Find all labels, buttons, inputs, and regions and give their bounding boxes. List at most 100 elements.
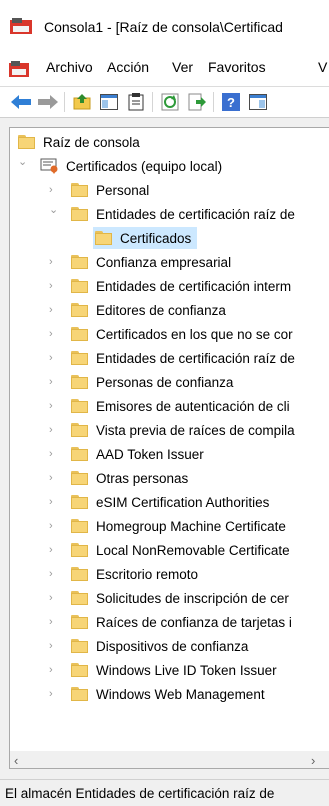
chevron-down-icon[interactable]: ⌄	[18, 157, 28, 168]
folder-icon	[71, 327, 89, 341]
tree-item[interactable]: › Personal	[49, 179, 149, 201]
tree-item-label: Local NonRemovable Certificate	[96, 542, 290, 558]
forward-icon[interactable]	[37, 91, 59, 113]
chevron-right-icon[interactable]: ›	[49, 521, 59, 532]
certificate-store-icon	[40, 158, 58, 174]
folder-icon	[71, 207, 89, 221]
folder-icon	[71, 639, 89, 653]
chevron-down-icon[interactable]: ⌄	[49, 205, 59, 216]
mmc-app-icon	[10, 18, 32, 34]
folder-icon	[71, 351, 89, 365]
scroll-left-icon[interactable]: ‹	[14, 753, 18, 768]
chevron-right-icon[interactable]: ›	[49, 425, 59, 436]
folder-icon	[71, 495, 89, 509]
chevron-right-icon[interactable]: ›	[49, 617, 59, 628]
folder-icon	[71, 303, 89, 317]
tree-item[interactable]: › Escritorio remoto	[49, 563, 199, 585]
back-icon[interactable]	[10, 91, 32, 113]
tree-item[interactable]: › Raíces de confianza de tarjetas i	[49, 611, 292, 633]
tree-item-label: AAD Token Issuer	[96, 446, 204, 462]
folder-icon	[18, 135, 36, 149]
chevron-right-icon[interactable]: ›	[49, 545, 59, 556]
tree-item-label: Homegroup Machine Certificate	[96, 518, 286, 534]
tree-item-label: Windows Web Management	[96, 686, 265, 702]
tree-item-label: Solicitudes de inscripción de cer	[96, 590, 289, 606]
tree-item[interactable]: › Personas de confianza	[49, 371, 234, 393]
chevron-right-icon[interactable]: ›	[49, 641, 59, 652]
tree-item[interactable]: › Entidades de certificación raíz de	[49, 347, 295, 369]
svg-text:?: ?	[227, 95, 235, 110]
toolbar-separator	[213, 92, 214, 112]
folder-icon	[71, 423, 89, 437]
tree-item-store[interactable]: ⌄ Certificados (equipo local)	[18, 155, 222, 177]
menu-accion[interactable]: Acción	[107, 59, 149, 75]
chevron-right-icon[interactable]: ›	[49, 593, 59, 604]
tree-item[interactable]: › Windows Live ID Token Issuer	[49, 659, 277, 681]
tree-item-label: Otras personas	[96, 470, 189, 486]
tree-item[interactable]: › Homegroup Machine Certificate	[49, 515, 286, 537]
clipboard-icon[interactable]	[125, 91, 147, 113]
horizontal-scrollbar[interactable]	[9, 751, 329, 769]
folder-icon	[71, 567, 89, 581]
tree-item[interactable]: ⌄ Entidades de certificación raíz de	[49, 203, 295, 225]
tree-item[interactable]: › Windows Web Management	[49, 683, 265, 705]
chevron-right-icon[interactable]: ›	[49, 497, 59, 508]
tree-item[interactable]: › Emisores de autenticación de cli	[49, 395, 290, 417]
show-action-pane-icon[interactable]	[247, 91, 269, 113]
menu-archivo[interactable]: Archivo	[46, 59, 93, 75]
tree-item-selected[interactable]: Certificados	[93, 227, 198, 249]
chevron-right-icon[interactable]: ›	[49, 377, 59, 388]
tree-item-label: Entidades de certificación raíz de	[96, 350, 295, 366]
tree-item-label: Escritorio remoto	[96, 566, 199, 582]
chevron-right-icon[interactable]: ›	[49, 281, 59, 292]
export-icon[interactable]	[186, 91, 208, 113]
tree-item[interactable]: › eSIM Certification Authorities	[49, 491, 269, 513]
chevron-right-icon[interactable]: ›	[49, 665, 59, 676]
chevron-right-icon[interactable]: ›	[49, 401, 59, 412]
folder-icon	[71, 471, 89, 485]
tree-item-label: Windows Live ID Token Issuer	[96, 662, 277, 678]
help-icon[interactable]: ?	[220, 91, 242, 113]
chevron-right-icon[interactable]: ›	[49, 473, 59, 484]
refresh-icon[interactable]	[159, 91, 181, 113]
tree-item[interactable]: › Certificados en los que no se cor	[49, 323, 293, 345]
tree-item[interactable]: › Editores de confianza	[49, 299, 226, 321]
chevron-right-icon[interactable]: ›	[49, 257, 59, 268]
tree-item-label: Raíces de confianza de tarjetas i	[96, 614, 292, 630]
show-hide-tree-icon[interactable]	[98, 91, 120, 113]
up-folder-icon[interactable]	[71, 91, 93, 113]
chevron-right-icon[interactable]: ›	[49, 353, 59, 364]
folder-icon	[71, 663, 89, 677]
tree-item[interactable]: › Dispositivos de confianza	[49, 635, 249, 657]
tree-item[interactable]: › Solicitudes de inscripción de cer	[49, 587, 289, 609]
folder-icon	[71, 279, 89, 293]
tree-item[interactable]: › Local NonRemovable Certificate	[49, 539, 290, 561]
tree-item-label: Dispositivos de confianza	[96, 638, 249, 654]
chevron-right-icon[interactable]: ›	[49, 329, 59, 340]
menu-ver[interactable]: Ver	[172, 59, 193, 75]
tree-item[interactable]: › Entidades de certificación interm	[49, 275, 291, 297]
chevron-right-icon[interactable]: ›	[49, 449, 59, 460]
tree-item-label: Raíz de consola	[43, 134, 140, 150]
chevron-right-icon[interactable]: ›	[49, 185, 59, 196]
chevron-right-icon[interactable]: ›	[49, 689, 59, 700]
chevron-right-icon[interactable]: ›	[49, 305, 59, 316]
console-tree[interactable]: Raíz de consola ⌄ Certificados (equipo loc…	[9, 127, 329, 753]
console-menu-icon[interactable]	[9, 61, 31, 79]
tree-item-root[interactable]: Raíz de consola	[18, 131, 140, 153]
menu-ventana[interactable]: V	[318, 59, 327, 75]
menu-favoritos[interactable]: Favoritos	[208, 59, 266, 75]
tree-item-label: Entidades de certificación raíz de	[96, 206, 295, 222]
scroll-right-icon[interactable]: ›	[311, 753, 315, 768]
tree-item[interactable]: › Otras personas	[49, 467, 189, 489]
tree-item-label: Personas de confianza	[96, 374, 234, 390]
folder-icon	[71, 543, 89, 557]
tree-item[interactable]: › Confianza empresarial	[49, 251, 231, 273]
status-text: El almacén Entidades de certificación ra…	[5, 786, 275, 801]
tree-item[interactable]: › Vista previa de raíces de compila	[49, 419, 295, 441]
folder-icon	[71, 615, 89, 629]
folder-icon	[71, 447, 89, 461]
tree-item[interactable]: › AAD Token Issuer	[49, 443, 204, 465]
chevron-right-icon[interactable]: ›	[49, 569, 59, 580]
folder-icon	[95, 231, 113, 245]
